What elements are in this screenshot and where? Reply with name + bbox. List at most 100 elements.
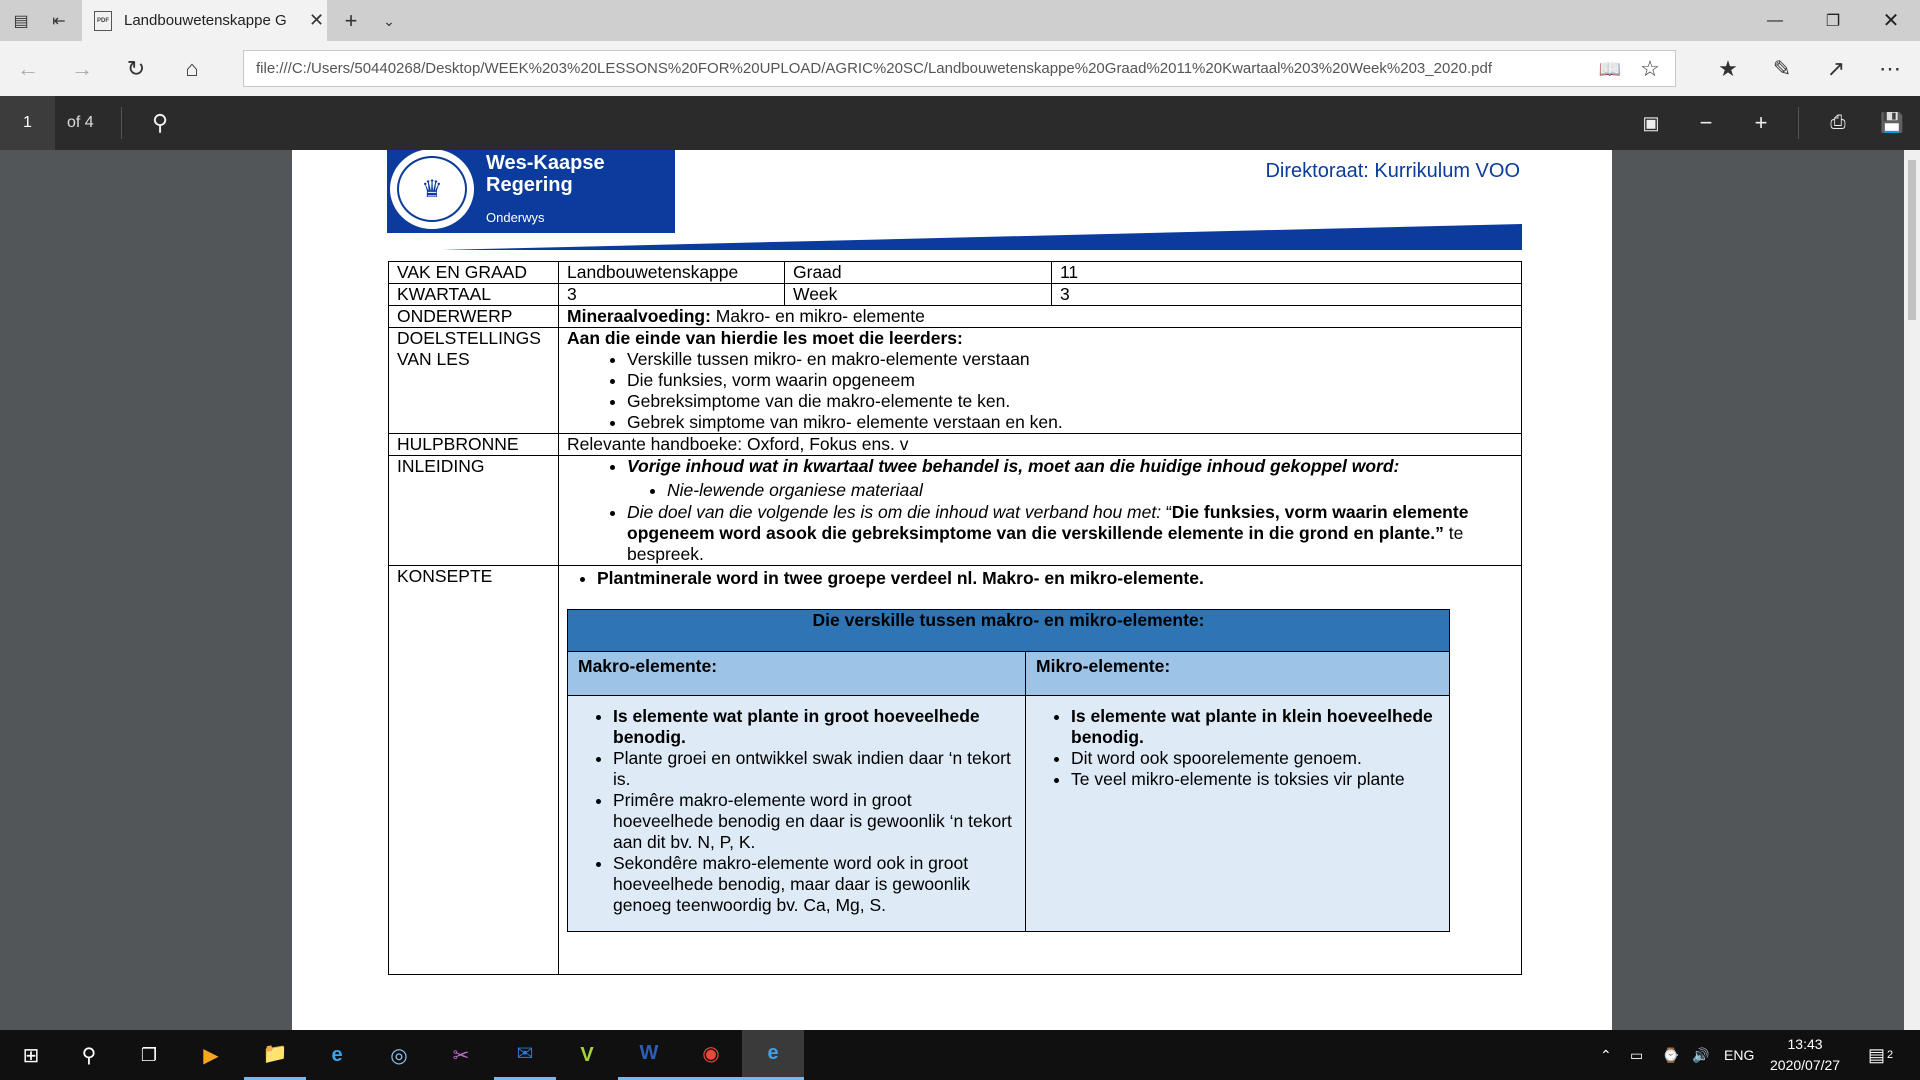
restore-window-icon[interactable]: ❐ (1804, 0, 1862, 41)
table-row: ONDERWERP Mineraalvoeding: Makro- en mik… (388, 305, 1522, 328)
list-item: Is elemente wat plante in klein hoeveelh… (1071, 706, 1439, 748)
paint-icon[interactable]: ◎ (368, 1030, 430, 1080)
list-item: Gebreksimptome van die makro-elemente te… (627, 391, 1513, 412)
media-player-icon[interactable]: ▶ (180, 1030, 242, 1080)
favorites-hub-icon[interactable]: ★ (1712, 53, 1744, 85)
outlook-icon[interactable]: ✉ (494, 1030, 556, 1080)
chrome-icon[interactable]: ◉ (680, 1030, 742, 1080)
week-label: Week (784, 283, 1052, 306)
list-item: Dit word ook spoorelemente genoem. (1071, 748, 1439, 769)
edge-icon[interactable]: e (742, 1030, 804, 1080)
aims-list: Verskille tussen mikro- en makro-element… (567, 349, 1513, 433)
save-icon[interactable]: 💾 (1876, 107, 1908, 139)
vertical-scrollbar[interactable] (1904, 150, 1920, 1030)
comparison-title: Die verskille tussen makro- en mikro-ele… (567, 609, 1450, 652)
subject-grade-label: VAK EN GRAAD (388, 261, 559, 284)
task-view-icon[interactable]: ❐ (118, 1030, 180, 1080)
snipping-tool-icon[interactable]: ✂ (430, 1030, 492, 1080)
table-row: KWARTAAL 3 Week 3 (388, 283, 1522, 306)
scrollbar-thumb[interactable] (1908, 160, 1916, 320)
address-bar[interactable]: file:///C:/Users/50440268/Desktop/WEEK%2… (243, 50, 1676, 87)
home-icon[interactable]: ⌂ (176, 53, 208, 85)
toolbar-divider (1798, 107, 1799, 139)
zoom-out-icon[interactable]: − (1690, 107, 1722, 139)
term-label: KWARTAAL (388, 283, 559, 306)
v-app-icon[interactable]: V (556, 1030, 618, 1080)
list-item: Te veel mikro-elemente is toksies vir pl… (1071, 769, 1439, 790)
action-center-icon[interactable]: ▤ 2 (1868, 1030, 1893, 1080)
table-row: KONSEPTE Plantminerale word in twee groe… (388, 565, 1522, 975)
battery-icon[interactable]: ▭ (1630, 1030, 1643, 1080)
clock-time: 13:43 (1787, 1036, 1823, 1052)
aims-content: Aan die einde van hierdie les moet die l… (558, 327, 1522, 434)
list-item: Vorige inhoud wat in kwartaal twee behan… (627, 456, 1513, 501)
list-item: Sekondêre makro-elemente word ook in gro… (613, 853, 1015, 916)
search-icon[interactable]: ⚲ (144, 107, 176, 139)
refresh-icon[interactable]: ↻ (120, 53, 152, 85)
introduction-label: INLEIDING (388, 455, 559, 566)
tab-title: Landbouwetenskappe G (124, 12, 287, 29)
web-note-pen-icon[interactable]: ✎ (1766, 53, 1798, 85)
toolbar-divider (121, 107, 122, 139)
week-value: 3 (1051, 283, 1522, 306)
macro-list: Is elemente wat plante in groot hoeveelh… (578, 706, 1015, 916)
close-window-icon[interactable]: ✕ (1862, 0, 1920, 41)
table-row: HULPBRONNE Relevante handboeke: Oxford, … (388, 433, 1522, 456)
page-count: of 4 (67, 114, 94, 131)
volume-icon[interactable]: 🔊 (1692, 1030, 1709, 1080)
macro-body: Is elemente wat plante in groot hoeveelh… (567, 695, 1026, 932)
clock[interactable]: 13:43 2020/07/27 (1770, 1034, 1840, 1076)
pdf-viewer[interactable]: ♛ Wes-Kaapse Regering Onderwys Direktora… (0, 150, 1920, 1030)
new-tab-icon[interactable]: + (338, 8, 364, 34)
list-item: Gebrek simptome van mikro- elemente vers… (627, 412, 1513, 433)
search-icon[interactable]: ⚲ (58, 1030, 120, 1080)
grade-value: 11 (1051, 261, 1522, 284)
zoom-in-icon[interactable]: + (1745, 107, 1777, 139)
introduction-content: Vorige inhoud wat in kwartaal twee behan… (558, 455, 1522, 566)
more-menu-icon[interactable]: ⋯ (1874, 53, 1906, 85)
lesson-plan-table: VAK EN GRAAD Landbouwetenskappe Graad 11… (388, 261, 1522, 975)
topic-value: Mineraalvoeding: Makro- en mikro- elemen… (558, 305, 1522, 328)
minimize-window-icon[interactable]: — (1746, 0, 1804, 41)
tab-pdf-document[interactable]: PDF Landbouwetenskappe G ✕ (82, 0, 327, 41)
logo-title: Wes-Kaapse Regering (486, 152, 605, 196)
internet-explorer-icon[interactable]: e (306, 1030, 368, 1080)
wifi-icon[interactable]: ⌚ (1662, 1030, 1679, 1080)
subject-value: Landbouwetenskappe (558, 261, 785, 284)
tab-strip: ▤ ⇤ PDF Landbouwetenskappe G ✕ + ⌄ — ❐ ✕ (0, 0, 1920, 41)
resources-value: Relevante handboeke: Oxford, Fokus ens. … (558, 433, 1522, 456)
windows-start-icon[interactable]: ⊞ (0, 1030, 62, 1080)
fit-to-page-icon[interactable]: ▣ (1635, 107, 1667, 139)
reading-view-icon[interactable]: 📖 (1594, 53, 1626, 85)
list-item: Is elemente wat plante in groot hoeveelh… (613, 706, 1015, 748)
list-item: Die doel van die volgende les is om die … (627, 502, 1513, 565)
file-explorer-icon[interactable]: 📁 (244, 1030, 306, 1080)
show-hidden-icons-icon[interactable]: ⌃ (1600, 1030, 1612, 1080)
close-tab-icon[interactable]: ✕ (309, 10, 324, 31)
windows-taskbar: ⊞ ⚲ ❐ ▶ 📁 e ◎ ✂ ✉ V W ◉ e ⌃ ▭ ⌚ 🔊 ENG 13… (0, 1030, 1920, 1080)
coat-of-arms-logo: ♛ (387, 150, 477, 232)
pdf-toolbar: 1 of 4 ⚲ ▣ − + ⎙ 💾 (0, 96, 1920, 150)
table-row: VAK EN GRAAD Landbouwetenskappe Graad 11 (388, 261, 1522, 284)
tab-actions-icon[interactable]: ▤ (8, 8, 34, 34)
word-icon[interactable]: W (618, 1030, 680, 1080)
directorate-label: Direktoraat: Kurrikulum VOO (1265, 160, 1520, 182)
concepts-lead: Plantminerale word in twee groepe verdee… (597, 568, 1513, 589)
notification-count: 2 (1887, 1049, 1894, 1061)
page-number-input[interactable]: 1 (0, 96, 55, 150)
micro-header: Mikro-elemente: (1025, 651, 1450, 696)
tab-preview-chevron-icon[interactable]: ⌄ (376, 8, 402, 34)
language-indicator[interactable]: ENG (1724, 1030, 1754, 1080)
back-icon[interactable]: ← (12, 53, 44, 85)
list-item: Die funksies, vorm waarin opgeneem (627, 370, 1513, 391)
print-icon[interactable]: ⎙ (1822, 107, 1854, 139)
url-text: file:///C:/Users/50440268/Desktop/WEEK%2… (256, 60, 1492, 77)
favorite-star-icon[interactable]: ☆ (1634, 53, 1666, 85)
share-icon[interactable]: ↗ (1820, 53, 1852, 85)
aims-label: DOELSTELLINGS VAN LES (388, 327, 559, 434)
pdf-page: ♛ Wes-Kaapse Regering Onderwys Direktora… (292, 150, 1612, 1030)
set-tabs-aside-icon[interactable]: ⇤ (46, 8, 72, 34)
forward-icon[interactable]: → (66, 53, 98, 85)
micro-list: Is elemente wat plante in klein hoeveelh… (1036, 706, 1439, 790)
micro-body: Is elemente wat plante in klein hoeveelh… (1025, 695, 1450, 932)
